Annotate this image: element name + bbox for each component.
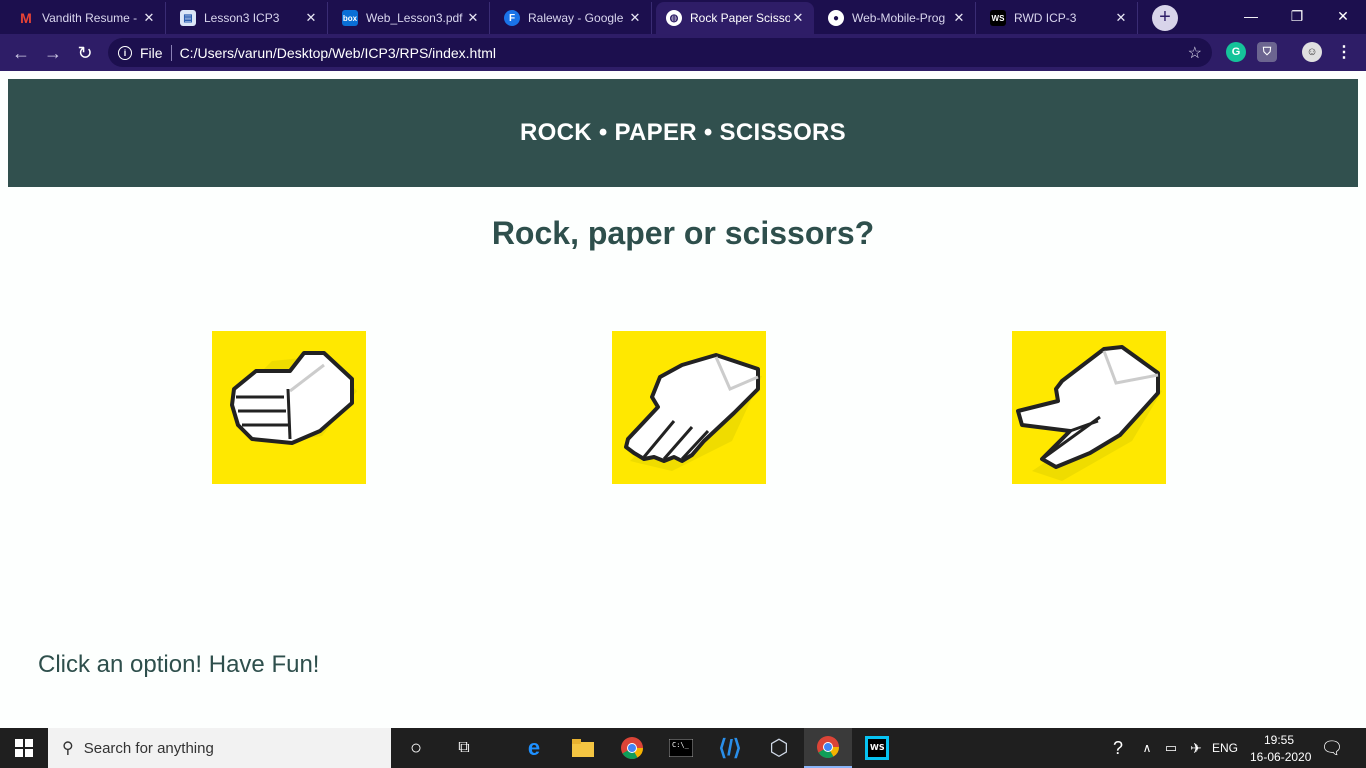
scheme-label: File: [140, 44, 163, 61]
notifications-icon[interactable]: 🗨: [1312, 728, 1352, 768]
tab-title: RWD ICP-3: [1014, 11, 1077, 25]
vscode-icon[interactable]: ⟨/⟩: [706, 728, 754, 768]
address-bar[interactable]: i File C:/Users/varun/Desktop/Web/ICP3/R…: [108, 38, 1212, 67]
minimize-button[interactable]: —: [1228, 0, 1274, 32]
tab-vandith-resume[interactable]: M Vandith Resume - ✕: [8, 2, 166, 34]
taskbar-search-input[interactable]: ⚲ Search for anything: [48, 728, 391, 768]
paper-hand-icon: [624, 353, 762, 471]
svg-text:WS: WS: [870, 743, 885, 752]
clock-date[interactable]: 16-06-2020: [1250, 750, 1311, 764]
new-tab-button[interactable]: +: [1152, 5, 1178, 31]
shield-icon[interactable]: ⛉: [1257, 42, 1277, 62]
language-indicator[interactable]: ENG: [1212, 741, 1238, 755]
github-icon: ●: [828, 10, 844, 26]
chrome-icon[interactable]: [608, 728, 656, 768]
grammarly-icon[interactable]: G: [1226, 42, 1246, 62]
google-fonts-icon: F: [504, 10, 520, 26]
paper-choice-button[interactable]: [612, 331, 766, 484]
search-icon: ⚲: [62, 740, 74, 757]
url-text[interactable]: C:/Users/varun/Desktop/Web/ICP3/RPS/inde…: [180, 45, 496, 61]
chrome-active-icon[interactable]: [804, 728, 852, 768]
battery-icon[interactable]: ▭: [1158, 728, 1184, 768]
svg-text:C:\_: C:\_: [672, 741, 690, 749]
tab-title: Web-Mobile-Prog: [852, 11, 946, 25]
help-icon[interactable]: ?: [1098, 728, 1138, 768]
close-icon[interactable]: ✕: [141, 10, 157, 26]
page-question: Rock, paper or scissors?: [491, 215, 875, 251]
close-icon[interactable]: ✕: [951, 10, 967, 26]
close-icon[interactable]: ✕: [1113, 10, 1129, 26]
tab-title: Raleway - Google: [528, 11, 624, 25]
webstorm-taskbar-icon[interactable]: WS: [853, 728, 901, 768]
instruction-text: Click an option! Have Fun!: [38, 651, 320, 678]
tab-web-mobile-prog[interactable]: ● Web-Mobile-Prog ✕: [818, 2, 976, 34]
browser-toolbar: ← → ↻ i File C:/Users/varun/Desktop/Web/…: [0, 34, 1366, 71]
close-icon[interactable]: ✕: [627, 10, 643, 26]
tab-web-lesson3-pdf[interactable]: box Web_Lesson3.pdf | ✕: [332, 2, 490, 34]
scissors-choice-button[interactable]: [1012, 331, 1166, 484]
restore-button[interactable]: ❐: [1274, 0, 1320, 32]
tab-title: Lesson3 ICP3: [204, 11, 280, 25]
cortana-icon[interactable]: ○: [392, 728, 440, 768]
rock-choice-button[interactable]: [212, 331, 366, 484]
tab-rock-paper-scissors[interactable]: ◍ Rock Paper Scissor ✕: [656, 2, 814, 34]
document-icon: ▤: [180, 10, 196, 26]
terminal-icon[interactable]: C:\_: [657, 728, 705, 768]
search-placeholder: Search for anything: [83, 739, 214, 757]
close-icon[interactable]: ✕: [790, 10, 806, 26]
bookmark-star-icon[interactable]: ☆: [1188, 43, 1202, 63]
task-view-icon[interactable]: ⧉: [440, 728, 488, 768]
close-icon[interactable]: ✕: [303, 10, 319, 26]
windows-taskbar: ⚲ Search for anything ○ ⧉ e C:\_ ⟨/⟩ ⬡ W…: [0, 728, 1366, 768]
edge-icon[interactable]: e: [510, 728, 558, 768]
back-arrow-icon[interactable]: ←: [8, 40, 34, 66]
windows-start-icon[interactable]: [0, 728, 48, 768]
airplane-mode-icon[interactable]: ✈: [1184, 728, 1208, 768]
file-explorer-icon[interactable]: [559, 728, 607, 768]
tab-title: Vandith Resume -: [42, 11, 138, 25]
globe-icon: ◍: [666, 10, 682, 26]
menu-kebab-icon[interactable]: ⋮: [1334, 42, 1354, 62]
info-icon[interactable]: i: [118, 45, 132, 60]
banner-title: ROCK • PAPER • SCISSORS: [520, 119, 846, 146]
gmail-icon: M: [20, 10, 32, 26]
clock-time[interactable]: 19:55: [1264, 733, 1294, 747]
page-content: ROCK • PAPER • SCISSORS Rock, paper or s…: [0, 71, 1366, 728]
page-banner: ROCK • PAPER • SCISSORS: [8, 79, 1358, 187]
box-icon: box: [342, 10, 358, 26]
tab-title: Web_Lesson3.pdf |: [366, 11, 465, 25]
avatar[interactable]: ☺: [1302, 42, 1322, 62]
browser-tab-strip: M Vandith Resume - ✕ ▤ Lesson3 ICP3 ✕ bo…: [0, 0, 1366, 34]
forward-arrow-icon[interactable]: →: [40, 40, 66, 66]
chevron-up-icon[interactable]: ∧: [1136, 728, 1158, 768]
tab-rwd-icp3[interactable]: WS RWD ICP-3 ✕: [980, 2, 1138, 34]
virtualbox-icon[interactable]: ⬡: [755, 728, 803, 768]
tab-raleway-google[interactable]: F Raleway - Google ✕: [494, 2, 652, 34]
scissors-hand-icon: [1016, 345, 1162, 481]
window-close-button[interactable]: ✕: [1320, 0, 1366, 32]
divider: [170, 44, 172, 61]
tab-title: Rock Paper Scissor: [690, 11, 790, 25]
webstorm-icon: WS: [990, 10, 1006, 26]
rock-hand-icon: [230, 351, 357, 445]
tab-lesson3-icp3[interactable]: ▤ Lesson3 ICP3 ✕: [170, 2, 328, 34]
reload-icon[interactable]: ↻: [72, 40, 98, 66]
close-icon[interactable]: ✕: [465, 10, 481, 26]
